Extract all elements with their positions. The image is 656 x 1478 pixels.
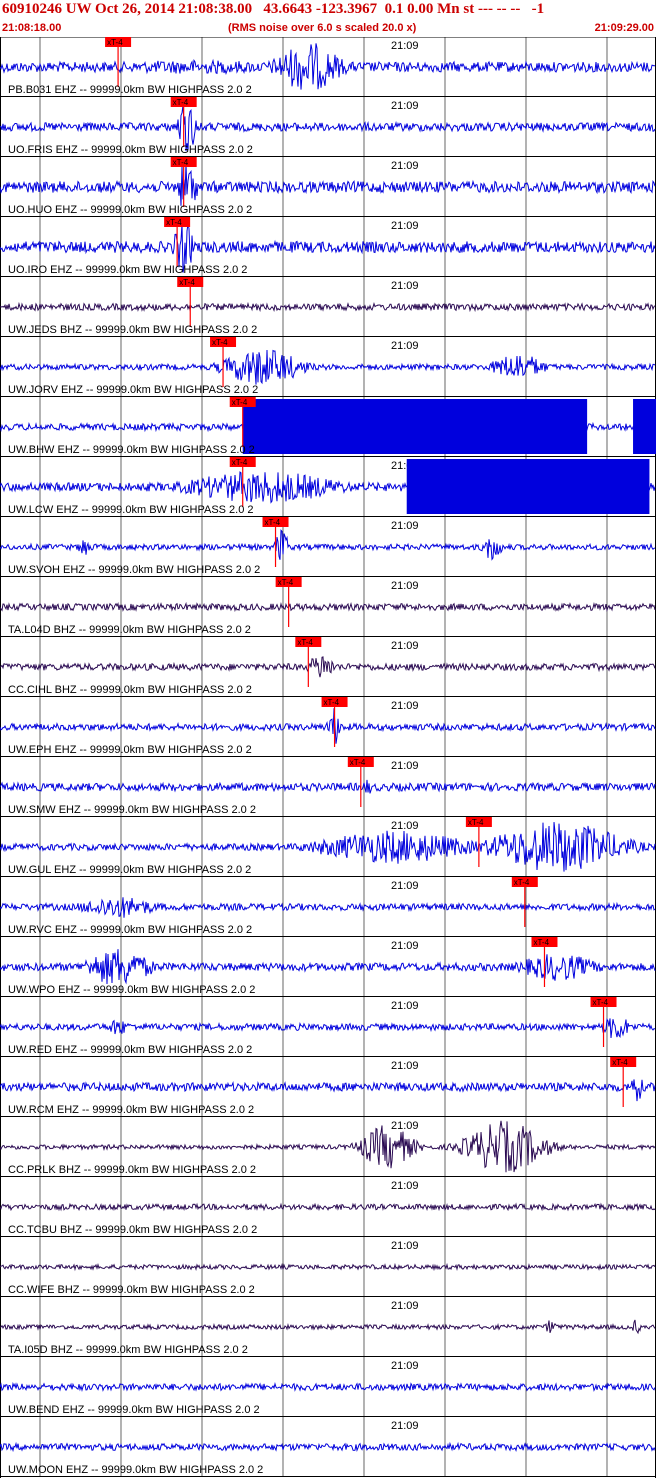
station-label: UW.LCW EHZ -- 99999.0km BW HIGHPASS 2.0 …: [8, 504, 254, 516]
station-label: CC.CIHL BHZ -- 99999.0km BW HIGHPASS 2.0…: [8, 684, 252, 696]
time-tick-label: 21:09: [391, 1000, 419, 1012]
station-label: CC.TCBU BHZ -- 99999.0km BW HIGHPASS 2.0…: [8, 1224, 257, 1236]
waveform-trace: [0, 529, 656, 561]
station-label: UO.HUO EHZ -- 99999.0km BW HIGHPASS 2.0 …: [8, 204, 252, 216]
station-label: UW.BEND EHZ -- 99999.0km BW HIGHPASS 2.0…: [8, 1404, 260, 1416]
waveform-trace: [0, 708, 656, 744]
pick-label: xT-4: [278, 578, 294, 587]
waveform-trace: [0, 1018, 656, 1039]
waveform-trace: [0, 897, 656, 918]
station-label: UW.WPO EHZ -- 99999.0km BW HIGHPASS 2.0 …: [8, 984, 255, 996]
station-label: UW.SVOH EHZ -- 99999.0km BW HIGHPASS 2.0…: [8, 564, 260, 576]
plot-header: 60910246 UW Oct 26, 2014 21:08:38.00 43.…: [0, 0, 656, 37]
station-label: CC.PRLK BHZ -- 99999.0km BW HIGHPASS 2.0…: [8, 1164, 256, 1176]
pick-label: xT-4: [324, 698, 340, 707]
seismogram-plot: 21:09 xT-4 PB.B031 EHZ -- 99999.0km BW HIG…: [0, 37, 656, 1478]
time-tick-label: 21:09: [391, 220, 419, 232]
station-label: CC.WIFE BHZ -- 99999.0km BW HIGHPASS 2.0…: [8, 1284, 255, 1296]
pick-label: xT-4: [468, 818, 484, 827]
pick-label: xT-4: [350, 758, 366, 767]
pick-label: xT-4: [166, 218, 182, 227]
station-label: TA.L04D BHZ -- 99999.0km BW HIGHPASS 2.0…: [8, 624, 251, 636]
station-label: UW.GUL EHZ -- 99999.0km BW HIGHPASS 2.0 …: [8, 864, 251, 876]
waveform-trace: [0, 1202, 656, 1212]
event-title: 60910246 UW Oct 26, 2014 21:08:38.00 43.…: [2, 1, 545, 17]
waveform-trace: [0, 349, 656, 385]
pick-label: xT-4: [232, 398, 248, 407]
time-tick-label: 21:09: [391, 1240, 419, 1252]
time-tick-label: 21:09: [391, 40, 419, 52]
waveform-trace: [0, 656, 656, 678]
station-label: UW.JORV EHZ -- 99999.0km BW HIGHPASS 2.0…: [8, 384, 258, 396]
station-label: UW.EPH EHZ -- 99999.0km BW HIGHPASS 2.0 …: [8, 744, 252, 756]
waveform-trace: [0, 601, 656, 613]
waveform-trace: [0, 1079, 656, 1102]
station-label: UW.MOON EHZ -- 99999.0km BW HIGHPASS 2.0…: [8, 1464, 263, 1476]
station-label: UW.BHW EHZ -- 99999.0km BW HIGHPASS 2.0 …: [8, 444, 255, 456]
time-tick-label: 21:09: [391, 1420, 419, 1432]
noise-scaling-note: (RMS noise over 6.0 s scaled 20.0 x): [228, 22, 417, 34]
station-label: PB.B031 EHZ -- 99999.0km BW HIGHPASS 2.0…: [8, 84, 252, 96]
waveform-trace: [0, 949, 656, 985]
pick-label: xT-4: [107, 38, 123, 47]
pick-label: xT-4: [212, 338, 228, 347]
end-time-label: 21:09:29.00: [594, 22, 654, 34]
waveform-trace: [0, 301, 656, 313]
waveform-trace: [0, 779, 656, 794]
time-tick-label: 21:09: [391, 520, 419, 532]
saturated-region: [242, 399, 588, 454]
time-tick-label: 21:09: [391, 1120, 419, 1132]
time-tick-label: 21:09: [391, 940, 419, 952]
station-label: UO.FRIS EHZ -- 99999.0km BW HIGHPASS 2.0…: [8, 144, 253, 156]
waveform-trace: [0, 1441, 656, 1453]
pick-label: xT-4: [514, 878, 530, 887]
time-tick-label: 21:09: [391, 100, 419, 112]
station-label: UW.RCM EHZ -- 99999.0km BW HIGHPASS 2.0 …: [8, 1104, 254, 1116]
pick-label: xT-4: [593, 998, 609, 1007]
time-tick-label: 21:09: [391, 580, 419, 592]
time-tick-label: 21:09: [391, 640, 419, 652]
time-tick-label: 21:09: [391, 700, 419, 712]
time-tick-label: 21:09: [391, 1360, 419, 1372]
time-tick-label: 21:09: [391, 1300, 419, 1312]
station-label: UW.RED EHZ -- 99999.0km BW HIGHPASS 2.0 …: [8, 1044, 252, 1056]
time-tick-label: 21:09: [391, 820, 419, 832]
time-tick-label: 21:09: [391, 760, 419, 772]
station-label: UW.SMW EHZ -- 99999.0km BW HIGHPASS 2.0 …: [8, 804, 256, 816]
station-label: UW.JEDS BHZ -- 99999.0km BW HIGHPASS 2.0…: [8, 324, 257, 336]
start-time-label: 21:08:18.00: [2, 22, 62, 34]
pick-label: xT-4: [173, 98, 189, 107]
pick-label: xT-4: [232, 458, 248, 467]
pick-label: xT-4: [533, 938, 549, 947]
time-tick-label: 21:09: [391, 1060, 419, 1072]
waveform-trace: [0, 1262, 656, 1272]
waveform-trace: [0, 163, 656, 206]
pick-label: xT-4: [265, 518, 281, 527]
time-tick-label: 21:09: [391, 340, 419, 352]
pick-label: xT-4: [179, 278, 195, 287]
waveform-trace: [0, 1381, 656, 1392]
saturated-region: [633, 399, 656, 454]
pick-label: xT-4: [612, 1058, 628, 1067]
station-label: TA.I05D BHZ -- 99999.0km BW HIGHPASS 2.0…: [8, 1344, 248, 1356]
station-label: UW.RVC EHZ -- 99999.0km BW HIGHPASS 2.0 …: [8, 924, 252, 936]
time-tick-label: 21:09: [391, 880, 419, 892]
station-label: UO.IRO EHZ -- 99999.0km BW HIGHPASS 2.0 …: [8, 264, 247, 276]
waveform-trace: [0, 1319, 656, 1335]
pick-label: xT-4: [297, 638, 313, 647]
time-tick-label: 21:09: [391, 1180, 419, 1192]
saturated-region: [406, 459, 650, 514]
waveform-trace: [0, 43, 656, 90]
time-tick-label: 21:09: [391, 280, 419, 292]
pick-label: xT-4: [173, 158, 189, 167]
time-tick-label: 21:09: [391, 160, 419, 172]
